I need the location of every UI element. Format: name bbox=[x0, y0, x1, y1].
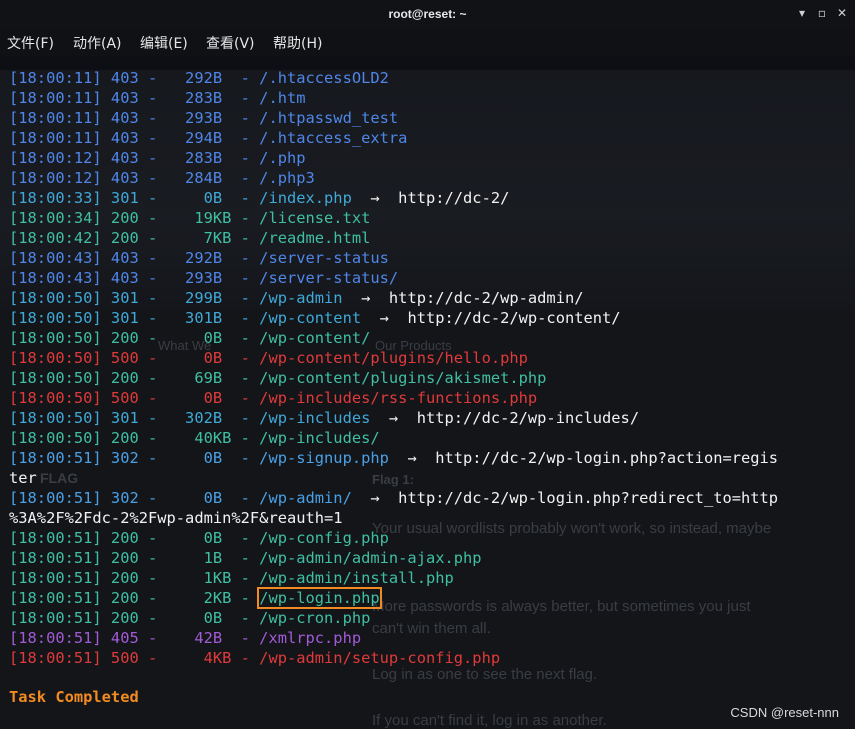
redirect-target: → http://dc-2/wp-admin/ bbox=[342, 289, 584, 307]
redirect-target: → http://dc-2/ bbox=[351, 189, 510, 207]
terminal-line: [18:00:50] 301 - 299B - /wp-admin → http… bbox=[9, 288, 855, 308]
terminal-line: [18:00:50] 200 - 0B - /wp-content/ bbox=[9, 328, 855, 348]
log-entry: [18:00:50] 500 - 0B - /wp-includes/rss-f… bbox=[9, 389, 538, 407]
log-entry: [18:00:11] 403 - 283B - /.htm bbox=[9, 89, 306, 107]
terminal-line: [18:00:50] 301 - 301B - /wp-content → ht… bbox=[9, 308, 855, 328]
menu-help[interactable]: 帮助(H) bbox=[273, 33, 322, 53]
minimize-icon[interactable]: ▾ bbox=[795, 6, 809, 20]
terminal-line: [18:00:33] 301 - 0B - /index.php → http:… bbox=[9, 188, 855, 208]
redirect-target: → http://dc-2/wp-login.php?action=regis bbox=[388, 449, 779, 467]
redirect-target: → http://dc-2/wp-login.php?redirect_to=h… bbox=[351, 489, 779, 507]
log-entry: [18:00:51] 200 - 1B - /wp-admin/admin-aj… bbox=[9, 549, 482, 567]
log-entry: [18:00:51] 500 - 4KB - /wp-admin/setup-c… bbox=[9, 649, 501, 667]
menu-edit[interactable]: 编辑(E) bbox=[140, 33, 188, 53]
log-entry: [18:00:11] 403 - 294B - /.htaccess_extra bbox=[9, 129, 408, 147]
terminal-line: [18:00:42] 200 - 7KB - /readme.html bbox=[9, 228, 855, 248]
task-status: Task Completed bbox=[9, 688, 139, 706]
terminal-line: [18:00:51] 200 - 2KB - /wp-login.php bbox=[9, 587, 855, 609]
log-entry: [18:00:33] 301 - 0B - /index.php bbox=[9, 189, 352, 207]
log-entry: [18:00:43] 403 - 293B - /server-status/ bbox=[9, 269, 399, 287]
log-entry: [18:00:11] 403 - 293B - /.htpasswd_test bbox=[9, 109, 399, 127]
terminal-line: [18:00:34] 200 - 19KB - /license.txt bbox=[9, 208, 855, 228]
log-entry: [18:00:51] 405 - 42B - /xmlrpc.php bbox=[9, 629, 362, 647]
log-entry: [18:00:51] 302 - 0B - /wp-admin/ bbox=[9, 489, 352, 507]
menu-bar: 文件(F) 动作(A) 编辑(E) 查看(V) 帮助(H) bbox=[0, 28, 855, 56]
terminal-line: [18:00:43] 403 - 293B - /server-status/ bbox=[9, 268, 855, 288]
ghost-text: Log in as one to see the next flag. bbox=[372, 666, 598, 683]
redirect-target: → http://dc-2/wp-includes/ bbox=[370, 409, 640, 427]
log-entry: [18:00:50] 301 - 299B - /wp-admin bbox=[9, 289, 343, 307]
window-title: root@reset: ~ bbox=[388, 7, 467, 21]
menu-view[interactable]: 查看(V) bbox=[206, 33, 255, 53]
terminal-line: [18:00:50] 500 - 0B - /wp-includes/rss-f… bbox=[9, 388, 855, 408]
terminal-output[interactable]: [18:00:11] 403 - 292B - /.htaccessOLD2 [1… bbox=[9, 68, 855, 668]
terminal-line: ter bbox=[9, 468, 855, 488]
ghost-text: If you can't find it, log in as another. bbox=[372, 712, 607, 729]
watermark: CSDN @reset-nnn bbox=[730, 705, 839, 720]
terminal-line: %3A%2F%2Fdc-2%2Fwp-admin%2F&reauth=1 bbox=[9, 508, 855, 528]
highlighted-path: /wp-login.php bbox=[257, 587, 382, 609]
log-entry: [18:00:12] 403 - 283B - /.php bbox=[9, 149, 306, 167]
log-entry: [18:00:50] 200 - 0B - /wp-content/ bbox=[9, 329, 371, 347]
terminal-line: [18:00:50] 500 - 0B - /wp-content/plugin… bbox=[9, 348, 855, 368]
terminal-line: [18:00:11] 403 - 294B - /.htaccess_extra bbox=[9, 128, 855, 148]
log-entry: [18:00:42] 200 - 7KB - /readme.html bbox=[9, 229, 371, 247]
log-entry: [18:00:34] 200 - 19KB - /license.txt bbox=[9, 209, 371, 227]
log-entry: [18:00:51] 302 - 0B - /wp-signup.php bbox=[9, 449, 389, 467]
terminal-line: [18:00:43] 403 - 292B - /server-status bbox=[9, 248, 855, 268]
terminal-line: [18:00:50] 200 - 40KB - /wp-includes/ bbox=[9, 428, 855, 448]
terminal-line: [18:00:51] 200 - 1KB - /wp-admin/install… bbox=[9, 568, 855, 588]
terminal-line: [18:00:12] 403 - 283B - /.php bbox=[9, 148, 855, 168]
log-entry: [18:00:50] 301 - 301B - /wp-content bbox=[9, 309, 362, 327]
log-entry: [18:00:50] 200 - 40KB - /wp-includes/ bbox=[9, 429, 380, 447]
title-bar: root@reset: ~ ▾ ▫ ✕ bbox=[0, 0, 855, 28]
terminal-line: [18:00:51] 405 - 42B - /xmlrpc.php bbox=[9, 628, 855, 648]
terminal-line: [18:00:11] 403 - 293B - /.htpasswd_test bbox=[9, 108, 855, 128]
log-entry: [18:00:51] 200 - 1KB - /wp-admin/install… bbox=[9, 569, 454, 587]
log-entry: %3A%2F%2Fdc-2%2Fwp-admin%2F&reauth=1 bbox=[9, 509, 343, 527]
log-entry: [18:00:51] 200 - 0B - /wp-config.php bbox=[9, 529, 389, 547]
menu-file[interactable]: 文件(F) bbox=[7, 33, 54, 53]
log-entry: [18:00:12] 403 - 284B - /.php3 bbox=[9, 169, 315, 187]
log-entry: ter bbox=[9, 469, 37, 487]
terminal-line: [18:00:12] 403 - 284B - /.php3 bbox=[9, 168, 855, 188]
terminal-line: [18:00:51] 200 - 0B - /wp-cron.php bbox=[9, 608, 855, 628]
maximize-icon[interactable]: ▫ bbox=[815, 6, 829, 20]
terminal-line: [18:00:51] 302 - 0B - /wp-signup.php → h… bbox=[9, 448, 855, 468]
log-entry: [18:00:43] 403 - 292B - /server-status bbox=[9, 249, 389, 267]
close-icon[interactable]: ✕ bbox=[835, 6, 849, 20]
log-entry: [18:00:50] 301 - 302B - /wp-includes bbox=[9, 409, 371, 427]
menu-action[interactable]: 动作(A) bbox=[73, 33, 122, 53]
terminal-line: [18:00:50] 200 - 69B - /wp-content/plugi… bbox=[9, 368, 855, 388]
terminal-line: [18:00:11] 403 - 283B - /.htm bbox=[9, 88, 855, 108]
log-entry: [18:00:51] 200 - 2KB - bbox=[9, 589, 260, 607]
log-entry: [18:00:50] 500 - 0B - /wp-content/plugin… bbox=[9, 349, 528, 367]
log-entry: [18:00:50] 200 - 69B - /wp-content/plugi… bbox=[9, 369, 547, 387]
terminal-line: [18:00:50] 301 - 302B - /wp-includes → h… bbox=[9, 408, 855, 428]
redirect-target: → http://dc-2/wp-content/ bbox=[361, 309, 621, 327]
terminal-line: [18:00:51] 200 - 1B - /wp-admin/admin-aj… bbox=[9, 548, 855, 568]
log-entry: [18:00:51] 200 - 0B - /wp-cron.php bbox=[9, 609, 371, 627]
terminal-line: [18:00:51] 302 - 0B - /wp-admin/ → http:… bbox=[9, 488, 855, 508]
log-entry: [18:00:11] 403 - 292B - /.htaccessOLD2 bbox=[9, 69, 389, 87]
terminal-line: [18:00:51] 200 - 0B - /wp-config.php bbox=[9, 528, 855, 548]
terminal-line: [18:00:11] 403 - 292B - /.htaccessOLD2 bbox=[9, 68, 855, 88]
terminal-line: [18:00:51] 500 - 4KB - /wp-admin/setup-c… bbox=[9, 648, 855, 668]
